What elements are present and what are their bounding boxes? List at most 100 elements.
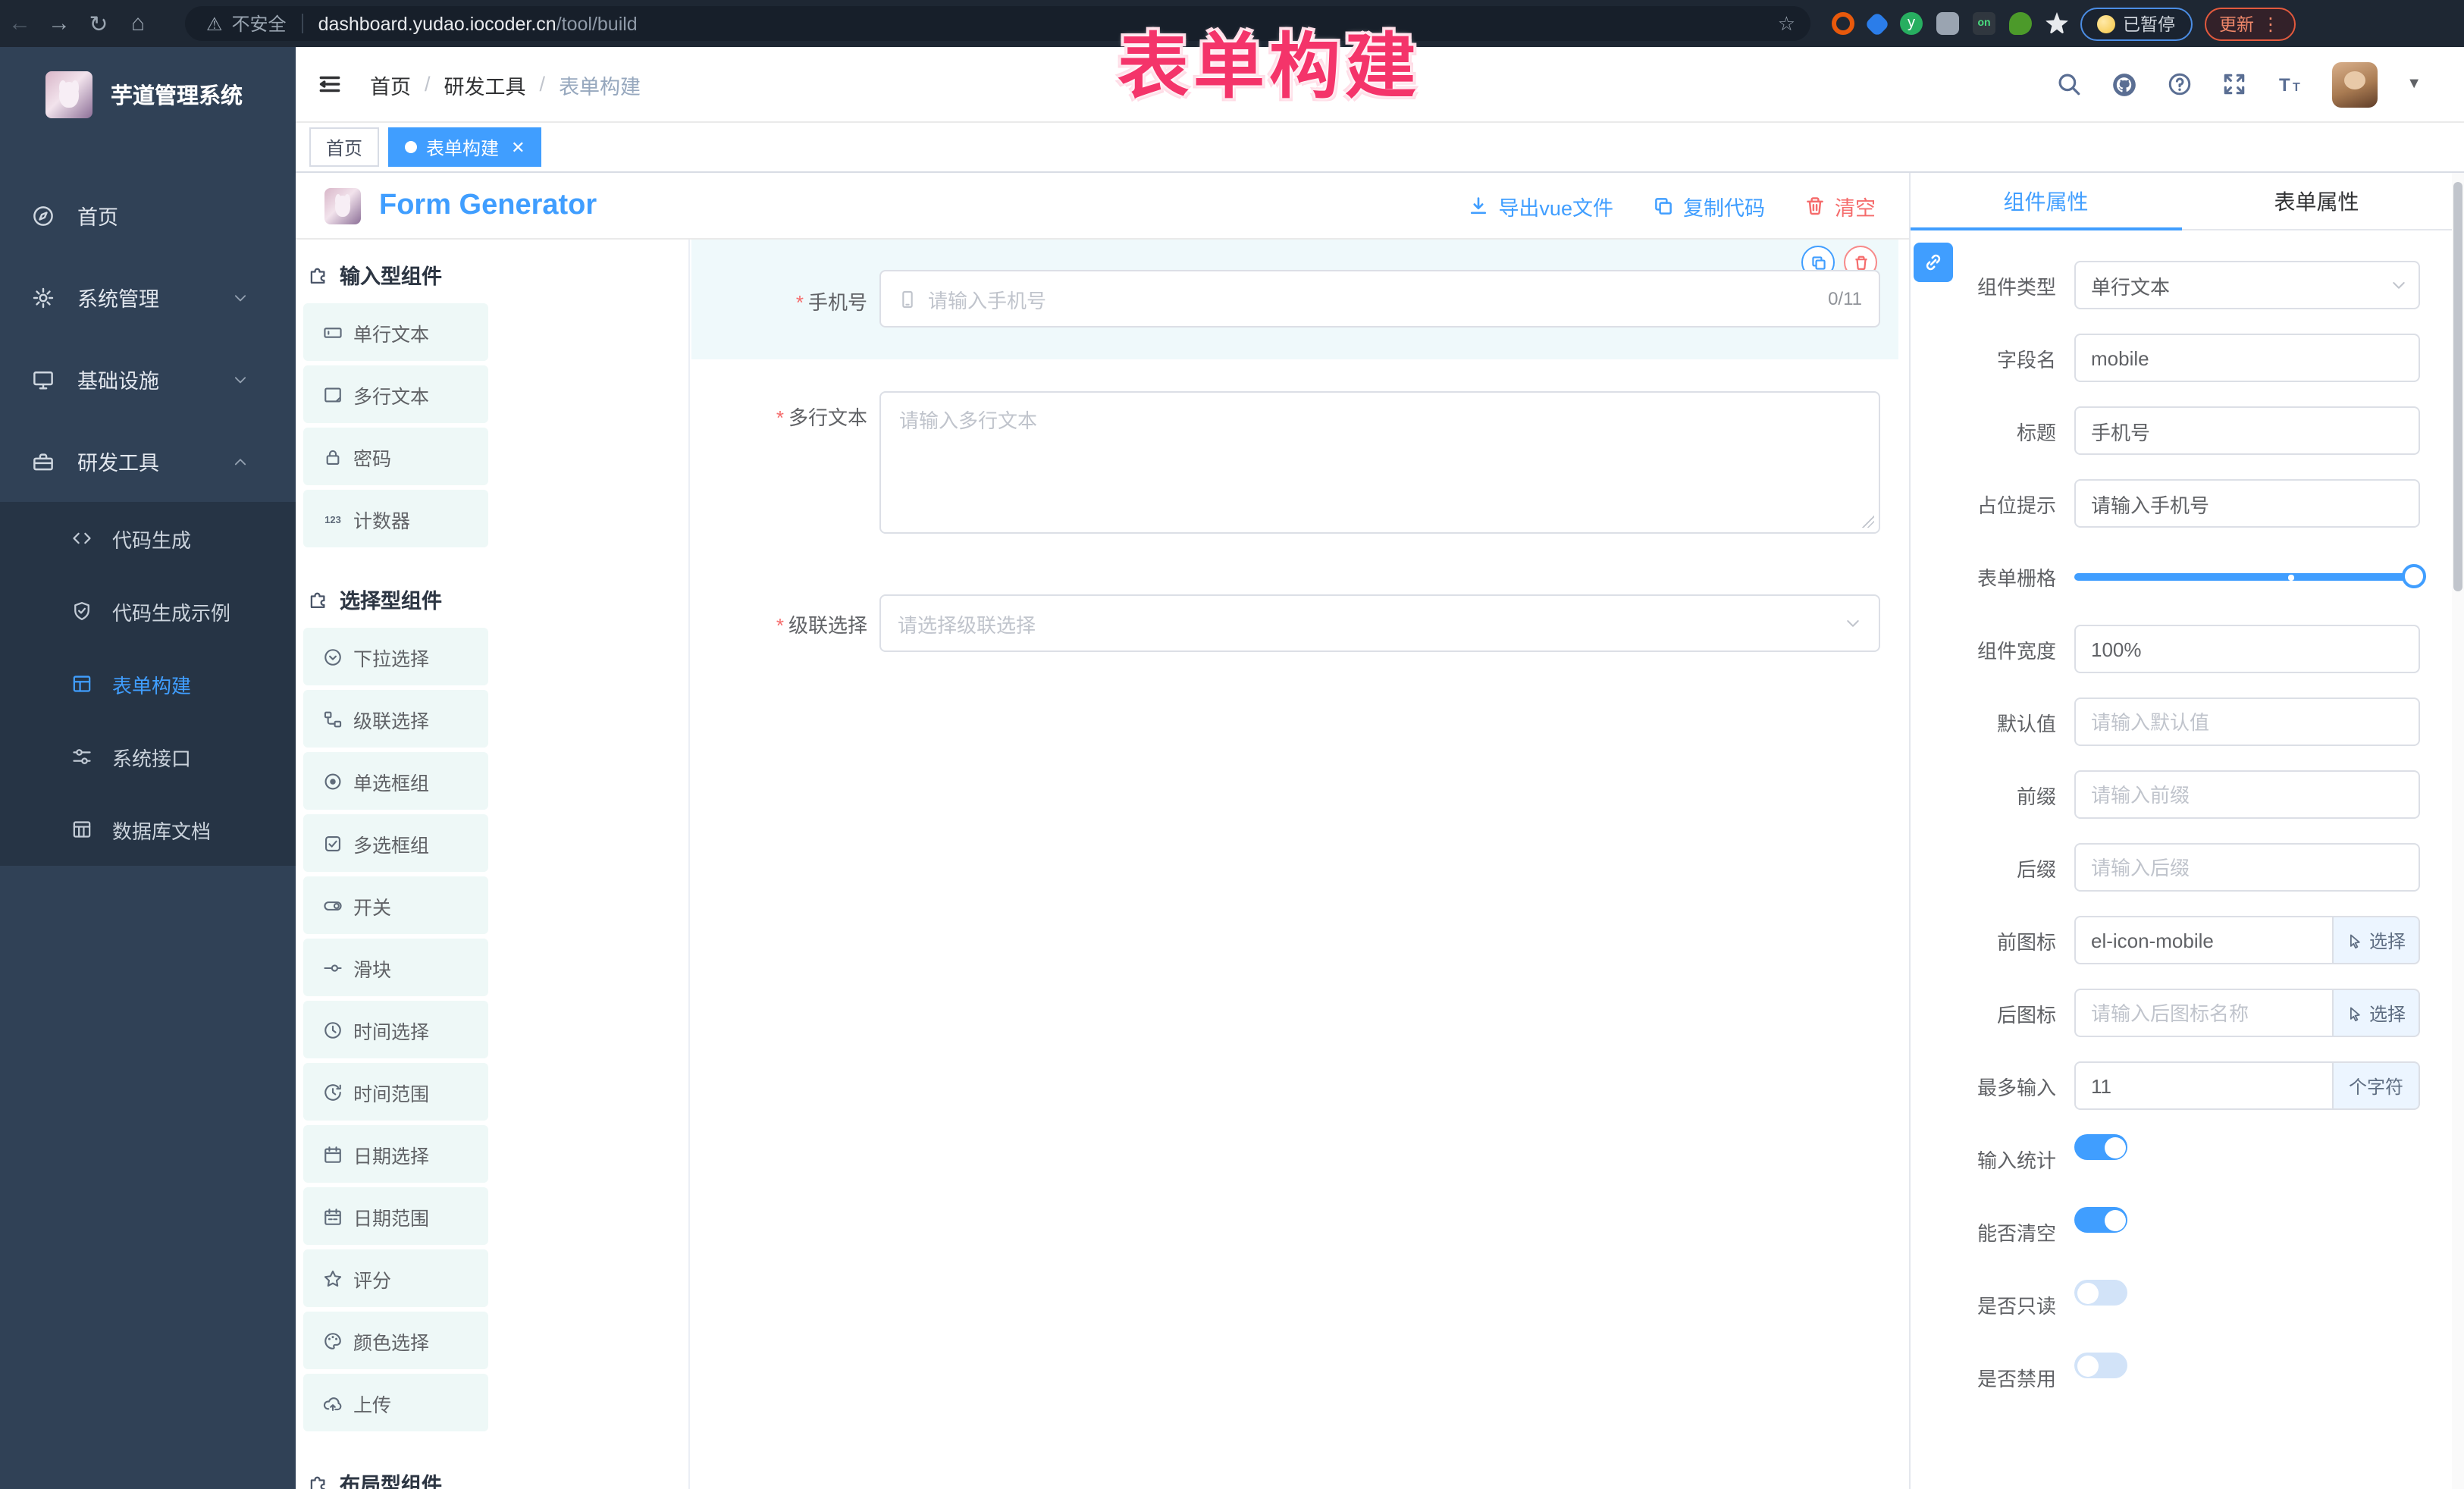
sidebar-item-codegen[interactable]: 代码生成 (0, 502, 296, 575)
help-icon[interactable] (2167, 71, 2193, 97)
component-chip-radio-group[interactable]: 单选框组 (303, 752, 488, 810)
sidebar-item-devtools[interactable]: 研发工具 (0, 420, 296, 502)
extension-icon[interactable] (2045, 12, 2068, 35)
multiline-textarea[interactable]: 请输入多行文本 (879, 391, 1880, 534)
component-chip-rate[interactable]: 评分 (303, 1249, 488, 1307)
extension-icon[interactable] (1936, 12, 1959, 35)
choose-suffix-icon-button[interactable]: 选择 (2332, 989, 2420, 1037)
guide-icon (32, 204, 55, 227)
browser-refresh-icon[interactable]: ↻ (79, 10, 118, 37)
github-icon[interactable] (2111, 71, 2138, 98)
sidebar-item-form-builder[interactable]: 表单构建 (0, 647, 296, 720)
clearable-toggle[interactable] (2074, 1207, 2127, 1233)
user-menu-caret-icon[interactable]: ▼ (2406, 76, 2422, 92)
app-logo-row[interactable]: 芋道管理系统 (0, 47, 296, 126)
default-value-input[interactable] (2074, 697, 2420, 746)
component-chip-cascader[interactable]: 级联选择 (303, 690, 488, 748)
font-size-icon[interactable]: TT (2276, 71, 2303, 97)
bookmark-star-icon[interactable]: ☆ (1778, 11, 1795, 36)
sidebar-item-system-api[interactable]: 系统接口 (0, 720, 296, 793)
drawer-toggle-button[interactable] (1914, 243, 1953, 282)
export-vue-button[interactable]: 导出vue文件 (1468, 190, 1613, 221)
choose-prefix-icon-button[interactable]: 选择 (2332, 916, 2420, 964)
close-tab-icon[interactable]: ✕ (511, 137, 525, 157)
hamburger-icon[interactable] (317, 71, 343, 97)
extension-icon[interactable] (1832, 12, 1854, 35)
form-grid-slider[interactable] (2074, 552, 2420, 600)
mobile-input[interactable]: 请输入手机号 0/11 (879, 270, 1880, 328)
star-icon (323, 1268, 343, 1288)
clear-button[interactable]: 清空 (1804, 190, 1876, 221)
tab-component-props[interactable]: 组件属性 (1911, 173, 2181, 229)
disabled-toggle[interactable] (2074, 1353, 2127, 1378)
extension-paused-badge[interactable]: 已暂停 (2080, 7, 2192, 40)
component-chip-select[interactable]: 下拉选择 (303, 628, 488, 685)
generator-toolbar: 导出vue文件 复制代码 清空 (1468, 190, 1909, 221)
browser-back-icon[interactable]: ← (0, 11, 39, 36)
prop-row-max-length: 最多输入 个字符 (1923, 1061, 2420, 1110)
browser-forward-icon[interactable]: → (39, 11, 79, 36)
canvas-field-mobile[interactable]: *手机号 请输入手机号 0/11 (691, 240, 1898, 359)
browser-home-icon[interactable]: ⌂ (118, 11, 158, 36)
extension-icon[interactable]: on (1973, 12, 1995, 35)
component-chip-color-picker[interactable]: 颜色选择 (303, 1312, 488, 1369)
user-avatar[interactable] (2332, 61, 2378, 107)
sidebar-item-system[interactable]: 系统管理 (0, 256, 296, 338)
url-bar[interactable]: ⚠ 不安全 dashboard.yudao.iocoder.cn /tool/b… (185, 6, 1810, 41)
component-chip-switch[interactable]: 开关 (303, 876, 488, 934)
component-chip-time-picker[interactable]: 时间选择 (303, 1001, 488, 1058)
sidebar-item-home[interactable]: 首页 (0, 174, 296, 256)
component-chip-single-text[interactable]: 单行文本 (303, 303, 488, 361)
resize-handle[interactable] (1862, 516, 1874, 528)
title-input[interactable] (2074, 406, 2420, 455)
browser-menu-icon[interactable]: ⋮ (2262, 13, 2280, 34)
component-chip-date-picker[interactable]: 日期选择 (303, 1125, 488, 1183)
pointer-icon (2346, 1005, 2363, 1021)
extension-icon[interactable] (1864, 11, 1890, 36)
sidebar-item-infra[interactable]: 基础设施 (0, 338, 296, 420)
tab-form-props[interactable]: 表单属性 (2181, 173, 2452, 229)
chevron-down-icon (1844, 614, 1862, 632)
word-limit-toggle[interactable] (2074, 1134, 2127, 1160)
component-chip-checkbox-group[interactable]: 多选框组 (303, 814, 488, 872)
suffix-input[interactable] (2074, 843, 2420, 892)
field-name-input[interactable] (2074, 334, 2420, 382)
breadcrumb-home[interactable]: 首页 (370, 69, 411, 99)
max-length-input[interactable] (2074, 1061, 2332, 1110)
slider-track[interactable] (2074, 573, 2414, 581)
group-title-select: 选择型组件 (308, 584, 681, 614)
search-icon[interactable] (2056, 71, 2082, 97)
copy-code-button[interactable]: 复制代码 (1653, 190, 1765, 221)
component-width-input[interactable] (2074, 625, 2420, 673)
scrollbar-track[interactable] (2452, 173, 2464, 1489)
fullscreen-icon[interactable] (2221, 71, 2247, 97)
browser-update-button[interactable]: 更新 ⋮ (2204, 7, 2295, 40)
page-tab-form-builder[interactable]: 表单构建 ✕ (388, 127, 541, 167)
sidebar-item-db-doc[interactable]: 数据库文档 (0, 793, 296, 866)
extension-icon[interactable]: y (1900, 12, 1923, 35)
slider-stop-dot (2289, 575, 2294, 580)
extension-icon[interactable] (2009, 12, 2032, 35)
page-tab-home[interactable]: 首页 (309, 127, 379, 167)
component-chip-password[interactable]: 密码 (303, 428, 488, 485)
prefix-icon-input[interactable] (2074, 916, 2332, 964)
prefix-input[interactable] (2074, 770, 2420, 819)
component-chip-date-range[interactable]: 日期范围 (303, 1187, 488, 1245)
component-chip-textarea[interactable]: 多行文本 (303, 365, 488, 423)
readonly-toggle[interactable] (2074, 1280, 2127, 1306)
scrollbar-thumb[interactable] (2453, 182, 2462, 591)
security-label[interactable]: 不安全 (232, 11, 287, 36)
component-chip-counter[interactable]: 123计数器 (303, 490, 488, 547)
component-chip-time-range[interactable]: 时间范围 (303, 1063, 488, 1121)
component-type-select[interactable] (2074, 261, 2420, 309)
cascader-select[interactable]: 请选择级联选择 (879, 594, 1880, 652)
sidebar-item-codegen-demo[interactable]: 代码生成示例 (0, 575, 296, 647)
canvas-field-textarea[interactable]: *多行文本 请输入多行文本 (691, 379, 1898, 546)
component-chip-slider[interactable]: 滑块 (303, 939, 488, 996)
component-chip-upload[interactable]: 上传 (303, 1374, 488, 1431)
slider-handle[interactable] (2402, 564, 2426, 588)
canvas-field-cascader[interactable]: *级联选择 请选择级联选择 (691, 579, 1898, 673)
placeholder-input[interactable] (2074, 479, 2420, 528)
breadcrumb-section[interactable]: 研发工具 (444, 69, 526, 99)
suffix-icon-input[interactable] (2074, 989, 2332, 1037)
